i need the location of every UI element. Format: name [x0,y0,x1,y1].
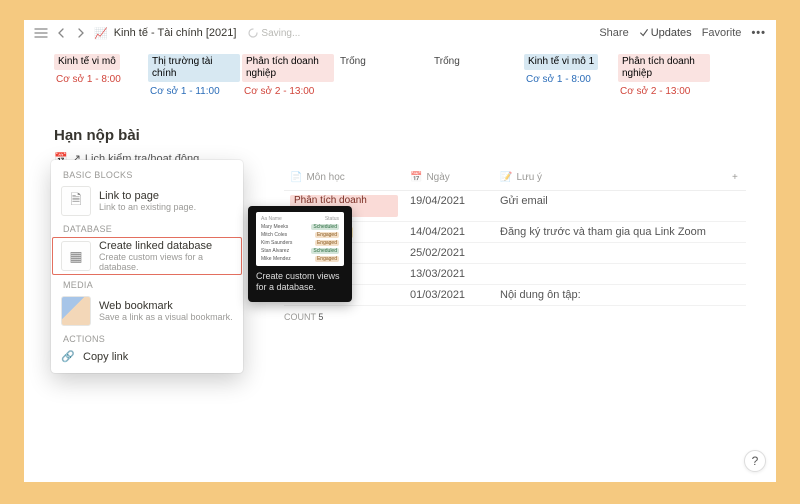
schedule-card[interactable]: Trống [430,54,522,97]
slash-section-database: DATABASE [51,220,243,236]
more-icon[interactable]: ••• [751,27,766,39]
back-icon[interactable] [54,26,68,40]
table: 📄Môn học 📅Ngày 📝Lưu ý + Phân tích doanh … [284,168,746,322]
content: Kinh tế vi môCơ sở 1 - 8:00Thị trường tà… [24,46,776,165]
cell-date: 13/03/2021 [404,264,494,284]
favorite-button[interactable]: Favorite [702,27,742,39]
updates-button[interactable]: Updates [639,27,692,39]
column-note[interactable]: 📝Lưu ý [494,168,726,187]
card-subtitle: Cơ sở 1 - 8:00 [54,70,146,85]
sidebar-toggle-icon[interactable] [34,26,48,40]
table-row[interactable]: Phân tích doanh nghiệp19/04/2021Gửi emai… [284,191,746,222]
slash-item-link-to-page[interactable]: 🗎 Link to pageLink to an existing page. [51,182,243,220]
schedule-cards-row: Kinh tế vi môCơ sở 1 - 8:00Thị trường tà… [54,46,746,97]
tooltip-text: Create custom views for a database. [256,271,344,294]
cell-date: 14/04/2021 [404,222,494,242]
card-title: Kinh tế vi mô 1 [524,54,598,70]
column-date[interactable]: 📅Ngày [404,168,494,187]
forward-icon[interactable] [74,26,88,40]
card-title: Thị trường tài chính [148,54,240,82]
section-heading: Hạn nộp bài [54,127,746,144]
card-subtitle: Cơ sở 1 - 8:00 [524,70,616,85]
cell-note: Đăng ký trước và tham gia qua Link Zoom [494,222,746,242]
slash-item-tooltip: Aa NameStatusMary MeeksScheduledMitch Co… [248,206,352,302]
slash-section-media: MEDIA [51,276,243,292]
card-title: Trống [430,54,464,70]
schedule-card[interactable]: Kinh tế vi mô 1Cơ sở 1 - 8:00 [524,54,616,97]
table-row[interactable]: ài chính25/02/2021 [284,243,746,264]
slash-item-copy-link[interactable]: 🔗 Copy link [51,346,243,367]
share-button[interactable]: Share [599,27,628,39]
linked-db-icon: ▦ [61,241,91,271]
column-subject[interactable]: 📄Môn học [284,168,404,187]
page-emoji-icon: 📈 [94,27,108,40]
cell-note [494,243,746,263]
schedule-card[interactable]: Thị trường tài chínhCơ sở 1 - 11:00 [148,54,240,97]
card-subtitle: Cơ sở 2 - 13:00 [242,82,334,97]
schedule-card[interactable]: Trống [336,54,428,97]
schedule-card[interactable]: Kinh tế vi môCơ sở 1 - 8:00 [54,54,146,97]
card-title: Trống [336,54,370,70]
slash-section-basic: BASIC BLOCKS [51,166,243,182]
saving-indicator: Saving... [248,28,300,39]
cell-date: 25/02/2021 [404,243,494,263]
card-title: Phân tích doanh nghiệp [618,54,710,82]
add-column-button[interactable]: + [726,168,746,187]
card-title: Kinh tế vi mô [54,54,120,70]
card-title: Phân tích doanh nghiệp [242,54,334,82]
cell-date: 01/03/2021 [404,285,494,305]
page-title: Kinh tế - Tài chính [2021] [114,27,237,39]
table-row[interactable]: 13/03/2021 [284,264,746,285]
slash-item-linked-database[interactable]: ▦ Create linked databaseCreate custom vi… [51,236,243,276]
table-count: COUNT 5 [284,306,746,322]
breadcrumb[interactable]: 📈 Kinh tế - Tài chính [2021] [94,27,236,40]
schedule-card[interactable]: Phân tích doanh nghiệpCơ sở 2 - 13:00 [242,54,334,97]
cell-note: Gửi email [494,191,746,221]
table-row[interactable]: oanh nghiệp14/04/2021Đăng ký trước và th… [284,222,746,243]
card-subtitle: Cơ sở 1 - 11:00 [148,82,240,97]
slash-command-menu: BASIC BLOCKS 🗎 Link to pageLink to an ex… [51,160,243,373]
topbar: 📈 Kinh tế - Tài chính [2021] Saving... S… [24,20,776,46]
schedule-card[interactable]: Phân tích doanh nghiệpCơ sở 2 - 13:00 [618,54,710,97]
slash-section-actions: ACTIONS [51,330,243,346]
table-row[interactable]: 01/03/2021Nội dung ôn tập: [284,285,746,306]
app-frame: 📈 Kinh tế - Tài chính [2021] Saving... S… [24,20,776,482]
card-subtitle: Cơ sở 2 - 13:00 [618,82,710,97]
bookmark-icon [61,296,91,326]
copy-link-icon: 🔗 [61,350,75,363]
cell-note: Nội dung ôn tập: [494,285,746,305]
cell-note [494,264,746,284]
link-page-icon: 🗎 [61,186,91,216]
tooltip-preview: Aa NameStatusMary MeeksScheduledMitch Co… [256,212,344,266]
help-button[interactable]: ? [744,450,766,472]
cell-date: 19/04/2021 [404,191,494,221]
slash-item-web-bookmark[interactable]: Web bookmarkSave a link as a visual book… [51,292,243,330]
